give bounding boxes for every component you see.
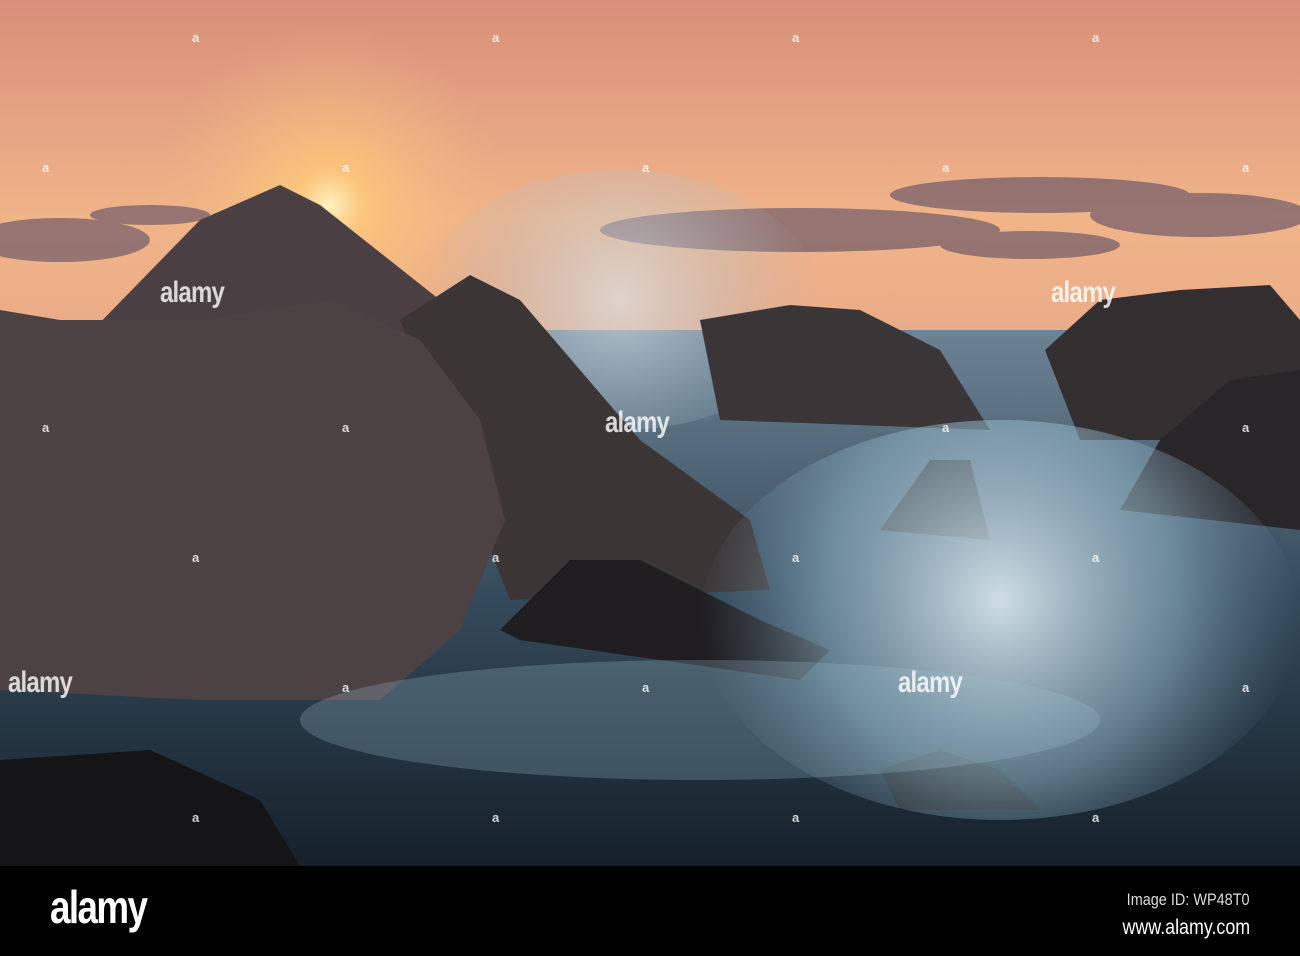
watermark-mark: a <box>42 420 50 435</box>
watermark-mark: a <box>1242 680 1250 695</box>
website-link: www.alamy.com <box>1122 916 1250 939</box>
watermark-mark: a <box>342 680 350 695</box>
watermark: alamy <box>8 666 73 699</box>
footer-bar: alamy Image ID: WP48T0 www.alamy.com <box>0 866 1300 956</box>
watermark-mark: a <box>492 810 500 825</box>
watermark-mark: a <box>642 160 650 175</box>
image-id: Image ID: WP48T0 <box>1127 890 1250 909</box>
watermark-mark: a <box>192 550 200 565</box>
watermark: alamy <box>160 276 225 309</box>
watermark-mark: a <box>492 30 500 45</box>
watermark-mark: a <box>942 420 950 435</box>
watermark-mark: a <box>192 810 200 825</box>
watermark-mark: a <box>942 160 950 175</box>
watermark-mark: a <box>342 160 350 175</box>
watermark-mark: a <box>42 160 50 175</box>
stock-photo: alamy alamy alamy alamy alamy a a a a a … <box>0 0 1300 956</box>
watermark-mark: a <box>792 550 800 565</box>
watermark-mark: a <box>1242 420 1250 435</box>
watermark-mark: a <box>1092 30 1100 45</box>
watermark-mark: a <box>342 420 350 435</box>
watermark: alamy <box>1051 276 1116 309</box>
watermark-mark: a <box>1092 810 1100 825</box>
watermark-mark: a <box>192 30 200 45</box>
watermark-mark: a <box>792 30 800 45</box>
watermark-mark: a <box>792 810 800 825</box>
watermark-mark: a <box>1092 550 1100 565</box>
alamy-logo: alamy <box>50 881 148 933</box>
watermark: alamy <box>898 666 963 699</box>
watermark-mark: a <box>642 680 650 695</box>
watermark-mark: a <box>1242 160 1250 175</box>
watermark-mark: a <box>492 550 500 565</box>
watermark: alamy <box>605 406 670 439</box>
